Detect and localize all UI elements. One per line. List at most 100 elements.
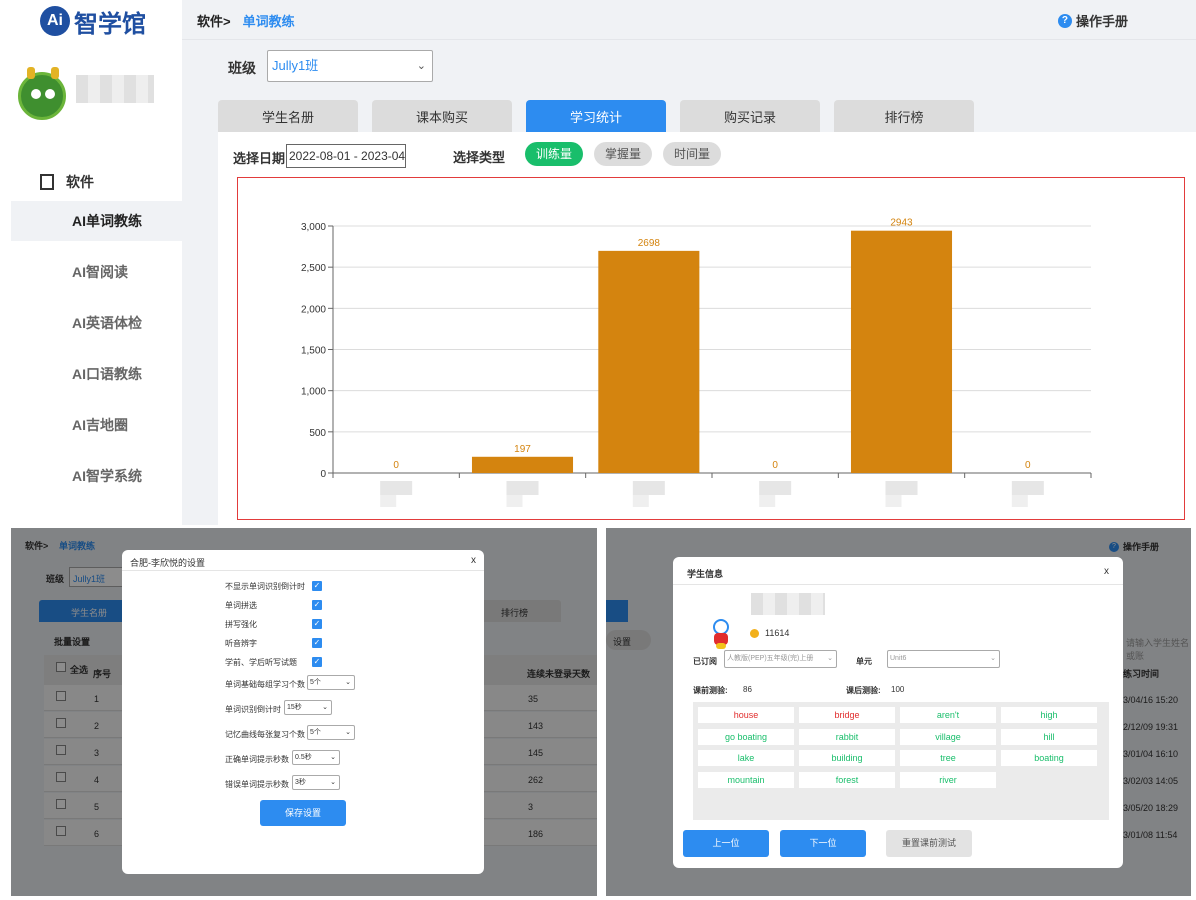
tab-study-stats[interactable]: 学习统计 — [526, 100, 666, 132]
type-training-button[interactable]: 训练量 — [525, 142, 583, 166]
option-checkbox-spelling[interactable]: ✓ — [312, 619, 322, 629]
settings-modal: 合肥-李欣悦的设置 x 不显示单词识别倒计时 ✓ 单词拼选 ✓ 拼写强化 ✓ 听… — [122, 550, 484, 874]
class-label: 班级 — [228, 60, 256, 76]
word-chip: building — [799, 750, 895, 766]
bar — [598, 250, 700, 473]
sidebar-item-english-check[interactable]: AI英语体检 — [11, 303, 182, 343]
bar-value-label: 2943 — [890, 218, 913, 229]
option-label: 单词拼选 — [225, 601, 257, 610]
date-range-input[interactable]: 2022-08-01 - 2023-04-3 — [286, 144, 406, 168]
avatar[interactable] — [18, 67, 66, 120]
logo-mark: Ai — [40, 6, 70, 36]
bar — [471, 456, 574, 473]
select-value: 5个 — [310, 729, 321, 736]
avatar-eye-right — [45, 89, 55, 99]
sidebar-item-reading[interactable]: AI智阅读 — [11, 252, 182, 292]
top-bar: 软件> 单词教练 ? 操作手册 — [182, 0, 1196, 40]
countdown-select[interactable]: 15秒 ⌄ — [284, 700, 332, 715]
settings-modal-title: 合肥-李欣悦的设置 — [130, 558, 205, 568]
correct-hint-select[interactable]: 0.5秒 ⌄ — [292, 750, 340, 765]
chevron-down-icon: ⌄ — [330, 779, 336, 786]
bar-value-label: 0 — [393, 460, 399, 471]
student-name-blurred — [751, 593, 825, 615]
chevron-down-icon: ⌄ — [345, 729, 351, 736]
manual-label: 操作手册 — [1075, 14, 1128, 29]
unit-select[interactable]: Unit6 ⌄ — [887, 650, 1000, 668]
logo: Ai 智学馆 — [40, 6, 146, 38]
word-chip: bridge — [799, 707, 895, 723]
settings-screen: 软件> 单词教练 班级 Jully1班 学生名册 排行榜 批量设置 全选 序号 … — [11, 528, 597, 896]
category-label-blurred — [632, 481, 665, 495]
top-screen: Ai 智学馆 软件 AI单词教练 AI智阅读 AI英语体检 AI口语教练 AI吉… — [0, 0, 1196, 525]
option-checkbox-dictation[interactable]: ✓ — [312, 657, 322, 667]
sidebar-item-speaking[interactable]: AI口语教练 — [11, 354, 182, 394]
option-checkbox-listening[interactable]: ✓ — [312, 638, 322, 648]
select-label: 记忆曲线每张复习个数 — [225, 730, 305, 739]
username-blurred — [76, 75, 154, 103]
tab-leaderboard[interactable]: 排行榜 — [834, 100, 974, 132]
save-settings-button[interactable]: 保存设置 — [260, 800, 346, 826]
category-label-blurred — [506, 481, 539, 495]
bar-value-label: 2698 — [638, 238, 661, 249]
close-icon[interactable]: x — [471, 555, 476, 566]
student-modal-title: 学生信息 — [687, 569, 724, 579]
avatar-horn-left — [27, 67, 35, 79]
option-checkbox-hide-countdown[interactable]: ✓ — [312, 581, 322, 591]
review-count-select[interactable]: 5个 ⌄ — [307, 725, 355, 740]
select-value: 15秒 — [287, 704, 302, 711]
manual-link[interactable]: ? 操作手册 — [1057, 11, 1128, 30]
reset-pretest-button[interactable]: 重置课前测试 — [886, 830, 972, 857]
bar-value-label: 197 — [514, 444, 531, 455]
y-tick-label: 1,000 — [301, 387, 326, 398]
sidebar-section-label: 软件 — [66, 174, 94, 190]
chevron-down-icon: ⌄ — [322, 704, 328, 711]
date-label: 选择日期 — [233, 151, 286, 166]
post-test-value: 100 — [891, 685, 905, 694]
help-icon: ? — [1057, 13, 1072, 28]
next-student-button[interactable]: 下一位 — [780, 830, 866, 857]
type-time-button[interactable]: 时间量 — [663, 142, 721, 166]
previous-student-button[interactable]: 上一位 — [683, 830, 769, 857]
y-tick-label: 2,000 — [301, 304, 326, 315]
book-icon — [40, 174, 54, 190]
breadcrumb-root[interactable]: 软件> — [197, 14, 231, 29]
select-value: 3秒 — [295, 779, 306, 786]
sidebar-item-map[interactable]: AI吉地圈 — [11, 405, 182, 445]
word-chip: lake — [698, 750, 794, 766]
option-checkbox-word-pick[interactable]: ✓ — [312, 600, 322, 610]
select-label: 单词基础每组学习个数 — [225, 680, 305, 689]
stats-content: 选择日期 2022-08-01 - 2023-04-3 选择类型 训练量 掌握量… — [218, 132, 1196, 525]
wrong-hint-select[interactable]: 3秒 ⌄ — [292, 775, 340, 790]
coin-count: 11614 — [765, 628, 790, 638]
textbook-select[interactable]: 人教版(PEP)五年级(完)上册 ⌄ — [724, 650, 837, 668]
tab-purchase-records[interactable]: 购买记录 — [680, 100, 820, 132]
close-icon[interactable]: x — [1104, 566, 1109, 577]
words-per-group-select[interactable]: 5个 ⌄ — [307, 675, 355, 690]
category-label-blurred — [759, 495, 776, 507]
chevron-down-icon: ⌄ — [330, 754, 336, 761]
post-test-label: 课后测验: — [846, 686, 881, 695]
word-grid: house bridge aren't high go boating rabb… — [693, 702, 1109, 820]
word-chip: aren't — [900, 707, 996, 723]
option-label: 不显示单词识别倒计时 — [225, 582, 305, 591]
select-value: 人教版(PEP)五年级(完)上册 — [727, 655, 814, 662]
option-label: 听音辨字 — [225, 639, 257, 648]
y-tick-label: 3,000 — [301, 222, 326, 233]
sidebar-item-learning-system[interactable]: AI智学系统 — [11, 456, 182, 496]
tab-roster[interactable]: 学生名册 — [218, 100, 358, 132]
class-select[interactable]: Jully1班 ⌄ — [267, 50, 433, 82]
option-label: 拼写强化 — [225, 620, 257, 629]
pre-test-value: 86 — [743, 685, 752, 694]
type-mastery-button[interactable]: 掌握量 — [594, 142, 652, 166]
chevron-down-icon: ⌄ — [345, 679, 351, 686]
category-label-blurred — [885, 481, 918, 495]
tab-textbook-purchase[interactable]: 课本购买 — [372, 100, 512, 132]
pre-test-label: 课前测验: — [693, 686, 728, 695]
student-info-screen: ? 操作手册 设置 请输入学生姓名或账 练习时间 3/04/16 15:20 2… — [606, 528, 1191, 896]
bar — [850, 230, 953, 473]
word-chip: boating — [1001, 750, 1097, 766]
sidebar-item-word-coach[interactable]: AI单词教练 — [11, 201, 182, 241]
modal-divider — [673, 584, 1123, 585]
category-label-blurred — [1011, 481, 1044, 495]
chevron-down-icon: ⌄ — [990, 655, 996, 662]
